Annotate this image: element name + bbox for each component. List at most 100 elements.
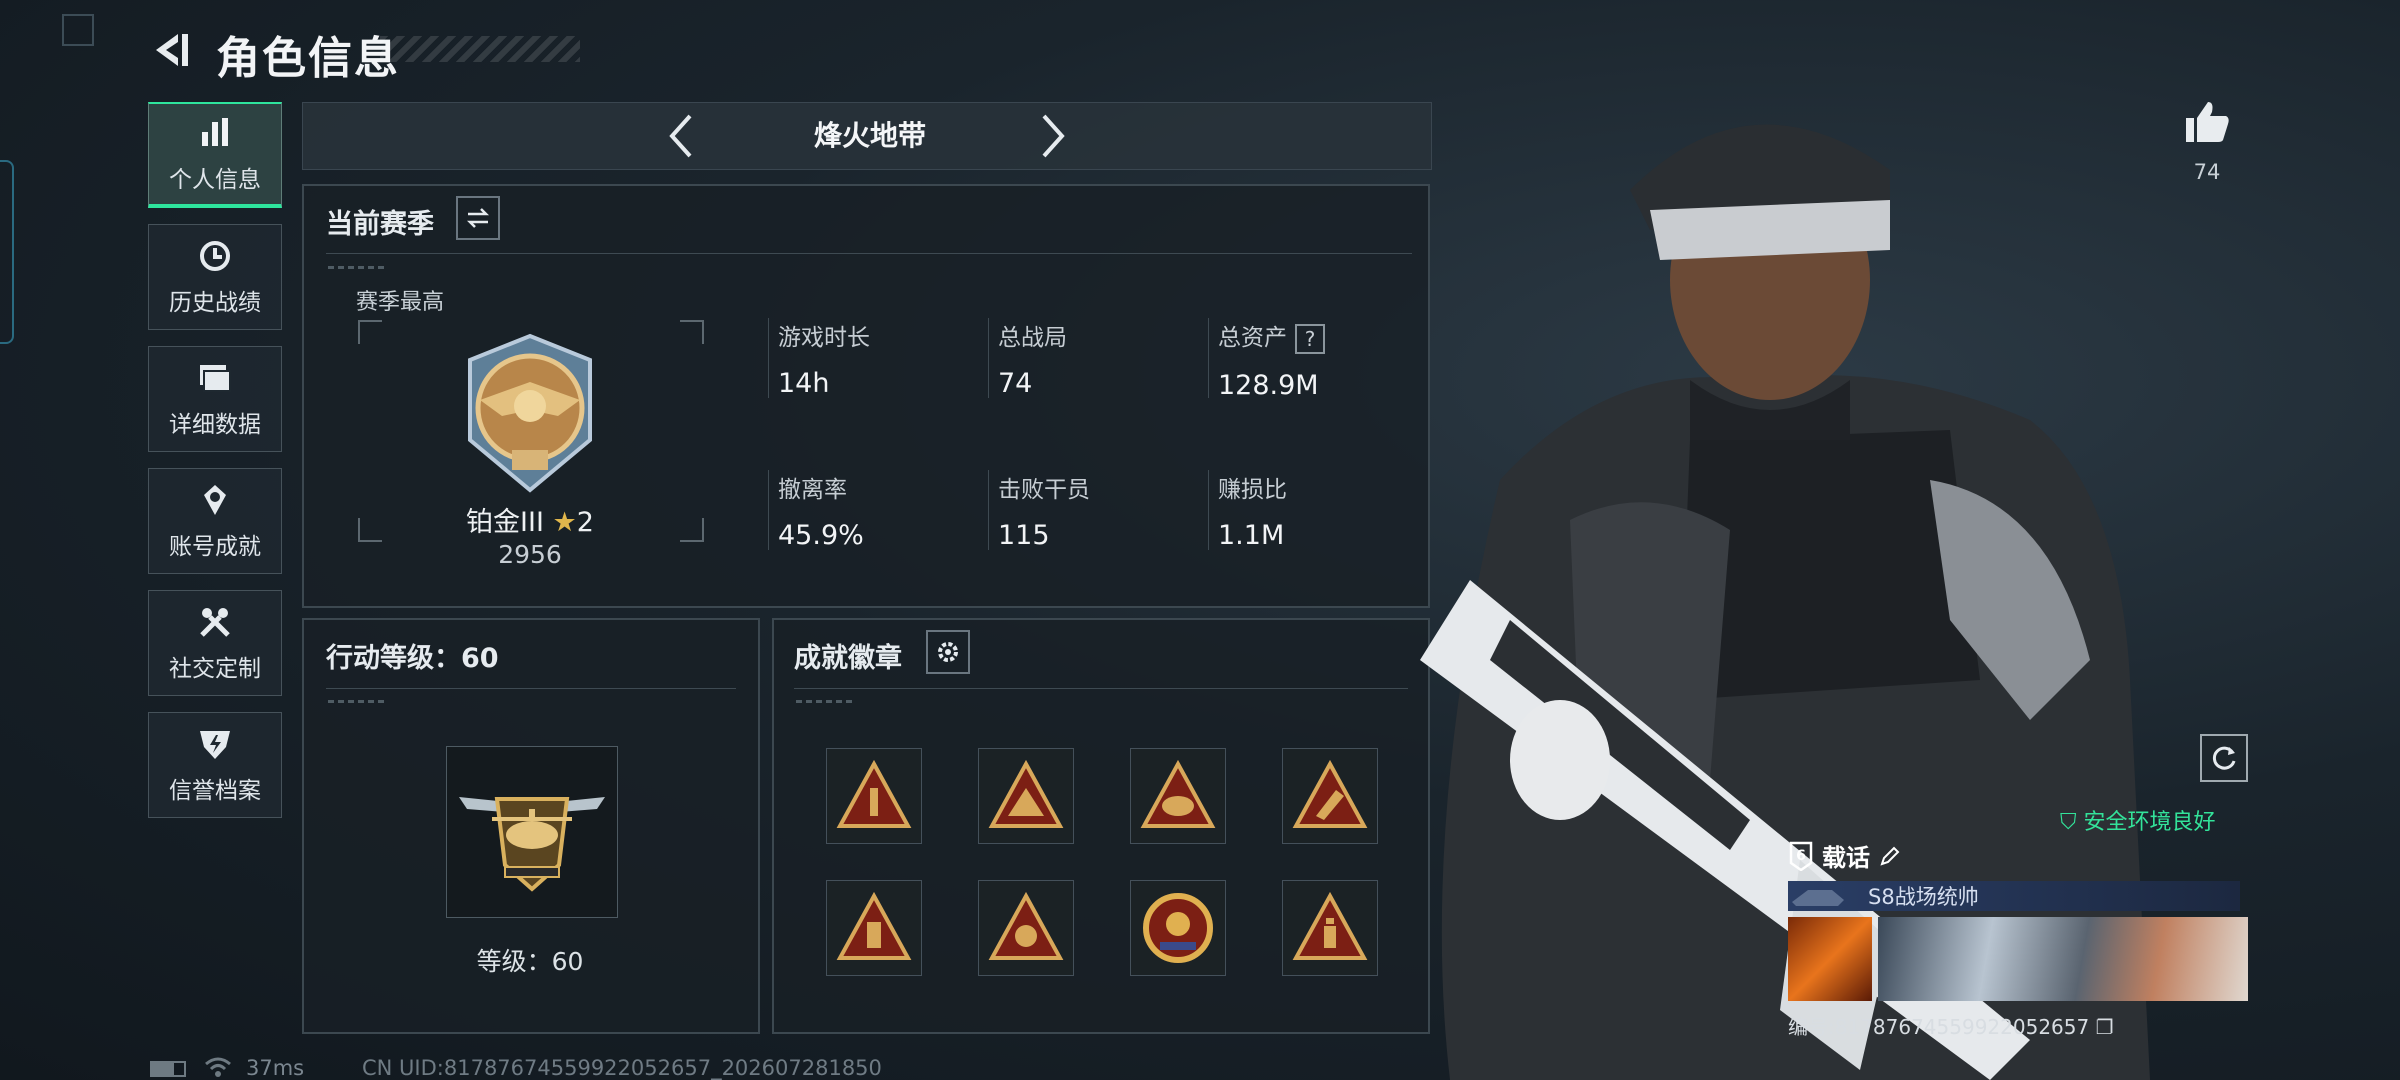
rank-tier: 铂金III: [466, 507, 544, 538]
sidebar-item-label: 账号成就: [169, 534, 261, 560]
sidebar-item-personal-info[interactable]: 个人信息: [148, 102, 282, 208]
stat-total-matches: 总战局 74: [988, 318, 1198, 399]
wifi-icon: [205, 1057, 231, 1077]
season-title: 当前赛季: [326, 209, 434, 240]
security-status-text: 安全环境良好: [2083, 810, 2216, 835]
tick-decoration: [328, 266, 388, 269]
refresh-button[interactable]: [2200, 734, 2248, 782]
shield-bolt-icon: [200, 731, 230, 759]
achievements-title: 成就徽章: [794, 643, 902, 674]
action-level-title: 行动等级：60: [326, 643, 499, 674]
sidebar-item-detailed-data[interactable]: 详细数据: [148, 346, 282, 452]
achievement-badge[interactable]: [1130, 748, 1226, 844]
swap-icon: [466, 208, 490, 228]
level-badge[interactable]: [446, 746, 618, 918]
security-status: ⛉ 安全环境良好: [2060, 804, 2216, 836]
stat-value: 115: [998, 520, 1050, 551]
copy-icon[interactable]: ❐: [2096, 1015, 2114, 1039]
battery-icon: [150, 1061, 186, 1077]
star-icon: ★: [552, 507, 577, 538]
divider: [794, 688, 1408, 689]
card-id: 编号:8178767455992205265​7 ❐: [1788, 1011, 2248, 1040]
season-switch-button[interactable]: [456, 196, 500, 240]
ping-value: 37ms: [246, 1056, 305, 1080]
achievement-badge[interactable]: [978, 748, 1074, 844]
stat-value: 14h: [778, 368, 830, 399]
player-card: 6 载话 S8战场统帅 编号:8178767455992205265​7 ❐: [1788, 838, 2248, 1040]
chevron-right-icon[interactable]: [1030, 112, 1074, 160]
divider: [326, 688, 736, 689]
page-title: 角色信息: [216, 33, 400, 84]
divider: [326, 253, 1412, 254]
sidebar-item-social-customize[interactable]: 社交定制: [148, 590, 282, 696]
sidebar-item-history[interactable]: 历史战绩: [148, 224, 282, 330]
triangle-bottle-badge-icon: [836, 891, 912, 960]
tick-decoration: [796, 700, 856, 703]
title-decoration: [380, 36, 580, 62]
sidebar-item-reputation[interactable]: 信誉档案: [148, 712, 282, 818]
edit-pencil-icon[interactable]: [1878, 844, 1902, 868]
triangle-rank-one-badge-icon: [836, 759, 912, 828]
stat-operators-defeated: 击败干员 115: [988, 470, 1198, 551]
stat-value: 45.9%: [778, 520, 864, 551]
chevron-left-icon[interactable]: [660, 112, 704, 160]
sidebar-item-label: 详细数据: [169, 412, 261, 438]
shield-check-icon: ⛉: [2060, 810, 2077, 835]
sidebar-item-label: 信誉档案: [169, 778, 261, 804]
achievement-badge[interactable]: [826, 880, 922, 976]
stat-value: 74: [998, 368, 1033, 399]
stat-label: 撤离率: [778, 477, 847, 503]
season-best-label: 赛季最高: [356, 290, 445, 315]
level-label: 等级：60: [476, 947, 584, 976]
round-emblem-badge-icon: [1143, 893, 1213, 963]
sidebar: 个人信息 历史战绩 详细数据 账号成就 社交定制 信誉档案: [148, 102, 284, 834]
card-banner-art: [1878, 917, 2248, 1001]
game-mode-name: 烽火地带: [813, 119, 926, 152]
sidebar-item-label: 社交定制: [169, 656, 261, 682]
stat-extraction-rate: 撤离率 45.9%: [768, 470, 978, 551]
badge-settings-button[interactable]: [926, 630, 970, 674]
sidebar-item-label: 个人信息: [169, 167, 261, 193]
side-drawer-handle[interactable]: [0, 160, 14, 344]
card-subtitle: S8战场统帅: [1868, 885, 1979, 909]
achievement-badge[interactable]: [978, 880, 1074, 976]
tick-decoration: [328, 700, 388, 703]
card-id-text: 编号:8178767455992205265​7: [1788, 1015, 2090, 1039]
helicopter-emblem-icon: [459, 797, 605, 892]
stat-label: 游戏时长: [778, 325, 870, 351]
achievement-icon: [204, 485, 226, 515]
triangle-wings-badge-icon: [988, 891, 1064, 960]
card-header: 6 载话: [1788, 838, 2248, 873]
achievement-badge[interactable]: [826, 748, 922, 844]
corner-decoration: [62, 14, 94, 46]
card-subtitle-bar: S8战场统帅: [1788, 881, 2240, 911]
card-title: 载话: [1822, 844, 1870, 872]
triangle-helmet-badge-icon: [1140, 759, 1216, 828]
uid-text: CN UID:8178767455992205265​7_20260728185…: [362, 1056, 882, 1080]
back-arrow-icon[interactable]: [148, 28, 192, 72]
help-icon[interactable]: ?: [1295, 323, 1325, 354]
tools-icon: [200, 608, 230, 637]
thumbs-up-icon[interactable]: [2182, 98, 2232, 146]
svg-text:6: 6: [1796, 848, 1806, 864]
rank-stars: 2: [576, 507, 594, 538]
refresh-icon: [2212, 746, 2236, 770]
rank-score: 2956: [498, 540, 562, 569]
gear-icon: [938, 642, 958, 662]
vehicle-emblem-icon: [1792, 890, 1844, 906]
stat-label: 击败干员: [998, 477, 1090, 503]
card-banner[interactable]: [1788, 917, 2248, 1001]
sidebar-item-account-achievements[interactable]: 账号成就: [148, 468, 282, 574]
rank-badge-icon: [468, 333, 592, 493]
history-icon: [200, 241, 230, 271]
sidebar-item-label: 历史战绩: [169, 290, 261, 316]
stat-play-time: 游戏时长 14h: [768, 318, 978, 399]
badge-six-icon: 6: [1789, 841, 1813, 871]
folder-icon: [200, 365, 231, 392]
bar-chart-icon: [202, 118, 228, 146]
card-avatar: [1788, 917, 1872, 1001]
like-count: 74: [2193, 160, 2221, 184]
triangle-camp-badge-icon: [988, 759, 1064, 828]
stat-label: 总战局: [998, 325, 1067, 351]
achievement-badge[interactable]: [1130, 880, 1226, 976]
